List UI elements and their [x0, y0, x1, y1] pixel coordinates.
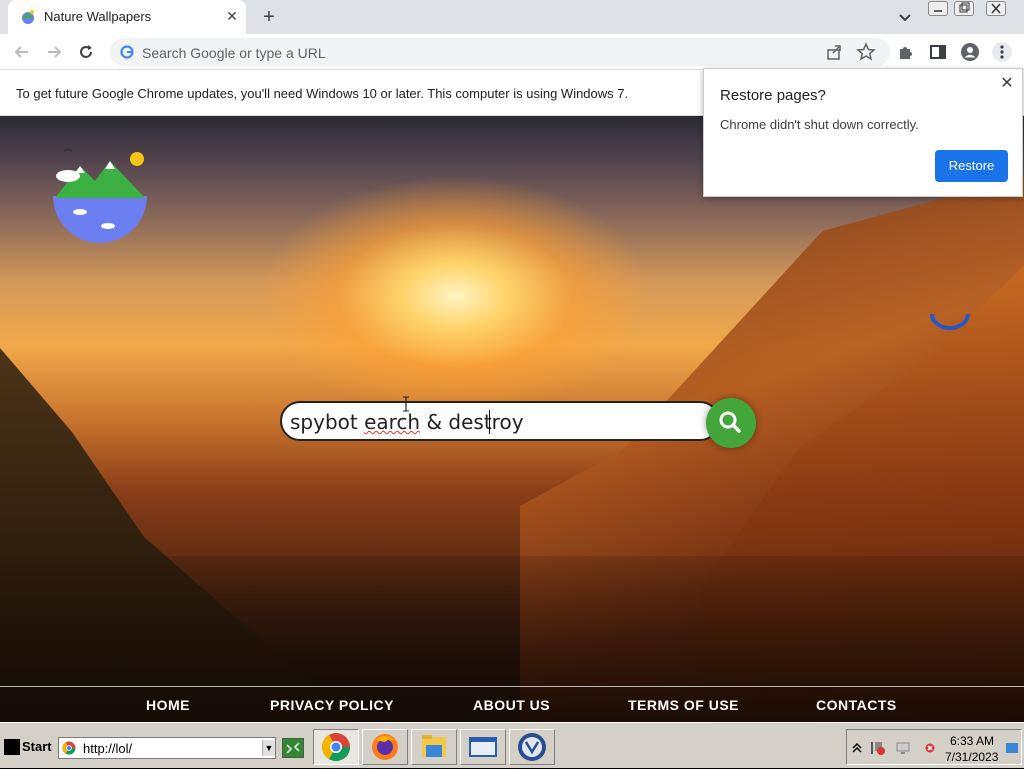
text-caret [489, 410, 490, 434]
restore-window-button[interactable] [954, 1, 974, 16]
action-center-warning-icon[interactable] [869, 740, 887, 756]
tab-title: Nature Wallpapers [44, 9, 152, 24]
start-button[interactable]: Start [2, 732, 52, 762]
go-button[interactable] [282, 738, 304, 758]
show-desktop-icon[interactable] [1005, 742, 1019, 754]
extensions-puzzle-icon[interactable] [896, 42, 916, 62]
chrome-small-icon [62, 741, 76, 755]
file-explorer-icon [422, 735, 446, 757]
bookmark-star-icon[interactable] [856, 42, 876, 62]
address-bar[interactable]: Search Google or type a URL [110, 38, 890, 66]
footer-divider [0, 686, 1024, 687]
reload-icon[interactable] [76, 42, 96, 62]
google-g-icon [120, 45, 134, 59]
site-logo-icon[interactable] [50, 146, 150, 246]
taskbar-app-file-explorer[interactable] [411, 729, 457, 765]
clock-date[interactable]: 7/31/2023 [945, 750, 998, 764]
chrome-menu-kebab-icon[interactable] [992, 42, 1012, 62]
close-window-button[interactable] [986, 1, 1006, 16]
profile-avatar-icon[interactable] [960, 42, 980, 62]
spybot-icon [518, 733, 546, 761]
address-dropdown-icon[interactable]: ▼ [262, 740, 275, 756]
magnifier-icon [719, 411, 741, 433]
share-icon[interactable] [824, 42, 844, 62]
window-icon [469, 737, 497, 757]
chrome-icon [322, 733, 350, 761]
tab-close-icon[interactable]: ✕ [224, 8, 240, 24]
taskbar-app-firefox[interactable] [362, 729, 408, 765]
footer-link-terms-of-use[interactable]: TERMS OF USE [628, 697, 739, 713]
footer-link-home[interactable]: HOME [146, 697, 190, 713]
address-bar-placeholder: Search Google or type a URL [142, 45, 326, 61]
side-panel-icon[interactable] [928, 42, 948, 62]
text-cursor-icon [403, 396, 409, 412]
misspelled-word: earch [364, 410, 421, 434]
forward-arrow-icon[interactable] [44, 42, 64, 62]
system-tray: 6:33 AM 7/31/2023 [846, 729, 1022, 765]
tab-search-chevron-icon[interactable] [896, 8, 914, 26]
tab-strip: Nature Wallpapers ✕ + [0, 0, 1024, 34]
windows-taskbar: Start http://lol/ ▼ 6:33 AM 7/31/2023 [0, 722, 1024, 768]
browser-toolbar: Search Google or type a URL [0, 34, 1024, 70]
restore-pages-dialog: Restore pages? Chrome didn't shut down c… [703, 68, 1023, 197]
new-tab-button[interactable]: + [258, 6, 280, 28]
network-icon[interactable] [895, 740, 913, 756]
footer-link-privacy-policy[interactable]: PRIVACY POLICY [270, 697, 394, 713]
firefox-icon [372, 734, 398, 760]
clock-time[interactable]: 6:33 AM [950, 734, 994, 748]
minimize-button[interactable] [928, 1, 948, 16]
footer-link-about-us[interactable]: ABOUT US [473, 697, 550, 713]
taskbar-address-input[interactable]: http://lol/ ▼ [58, 737, 276, 759]
taskbar-address-value: http://lol/ [83, 741, 133, 756]
search-input[interactable]: spybot earch & destroy [280, 401, 720, 441]
restore-button[interactable]: Restore [935, 150, 1008, 182]
search-button[interactable] [706, 398, 756, 448]
restore-dialog-message: Chrome didn't shut down correctly. [720, 117, 919, 132]
taskbar-app-spybot[interactable] [509, 729, 555, 765]
infobar-message: To get future Google Chrome updates, you… [16, 86, 629, 101]
globe-favicon-icon [22, 10, 34, 24]
tab-nature-wallpapers[interactable]: Nature Wallpapers ✕ [8, 0, 246, 34]
windows-flag-icon [4, 739, 20, 755]
restore-dialog-title: Restore pages? [720, 87, 826, 104]
back-arrow-icon[interactable] [12, 42, 32, 62]
volume-muted-icon[interactable] [925, 743, 935, 753]
start-label: Start [22, 739, 52, 754]
footer-link-contacts[interactable]: CONTACTS [816, 697, 897, 713]
partial-spinner-icon [930, 314, 970, 330]
close-icon[interactable]: ✕ [998, 75, 1016, 93]
taskbar-app-window[interactable] [460, 729, 506, 765]
taskbar-app-chrome[interactable] [313, 729, 359, 765]
page-content: spybot earch & destroy HOME PRIVACY POLI… [0, 116, 1024, 722]
tray-expand-icon[interactable] [851, 740, 863, 754]
